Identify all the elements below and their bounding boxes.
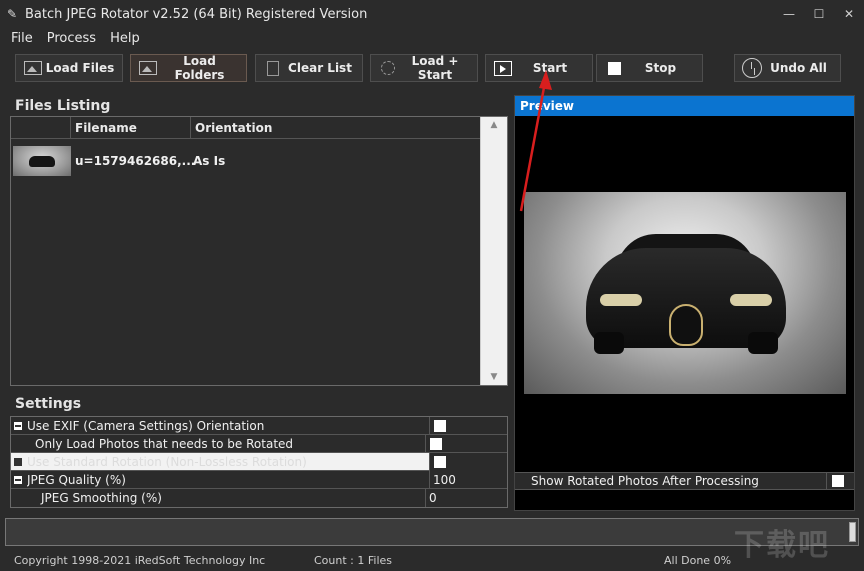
use-exif-checkbox[interactable] [434,419,446,432]
setting-label: Only Load Photos that needs to be Rotate… [35,436,294,451]
show-rotated-row[interactable]: Show Rotated Photos After Processing [515,472,854,490]
stop-button[interactable]: Stop [596,54,703,82]
files-list[interactable]: Filename Orientation u=1579462686,... As… [10,116,508,386]
scroll-up-icon[interactable]: ▲ [481,117,507,133]
title-bar: ✎ Batch JPEG Rotator v2.52 (64 Bit) Regi… [0,0,864,28]
setting-label: JPEG Quality (%) [27,472,126,487]
show-rotated-label: Show Rotated Photos After Processing [515,472,827,490]
collapse-icon[interactable] [14,421,22,430]
scroll-down-icon[interactable]: ▼ [481,369,507,385]
gear-icon [377,59,399,77]
preview-panel: Preview Show Rotated Photos After Proces… [514,95,855,511]
list-item[interactable]: u=1579462686,... As Is [11,143,481,179]
load-start-label: Load + Start [411,54,459,82]
start-button[interactable]: Start [485,54,593,82]
stop-icon [603,59,625,77]
window-title: Batch JPEG Rotator v2.52 (64 Bit) Regist… [25,6,368,22]
play-icon [492,59,514,77]
orientation-column-header[interactable]: Orientation [191,117,481,139]
file-orientation: As Is [193,154,226,168]
app-logo-icon: ✎ [6,7,18,21]
preview-image [524,192,846,394]
file-name: u=1579462686,... [75,154,196,168]
collapse-icon[interactable] [14,457,22,466]
setting-label: JPEG Smoothing (%) [41,491,162,505]
menu-bar: File Process Help [0,28,864,48]
maximize-icon[interactable]: ☐ [804,0,834,28]
toolbar: Load Files Load Folders Clear List Load … [0,48,864,90]
standard-rotation-checkbox[interactable] [434,455,446,468]
setting-value[interactable] [425,434,507,453]
menu-file[interactable]: File [4,31,40,46]
load-folders-button[interactable]: Load Folders [130,54,247,82]
show-rotated-checkbox[interactable] [832,475,844,487]
preview-title: Preview [515,96,854,116]
files-list-header: Filename Orientation [11,117,481,139]
jpeg-quality-field[interactable]: 100 [429,470,507,489]
resize-grip-icon[interactable] [849,522,856,542]
file-thumbnail [13,146,71,176]
setting-row-jpeg-smoothing[interactable]: JPEG Smoothing (%) 0 [11,489,507,507]
folder-image-icon [137,59,159,77]
setting-row-standard-rotation[interactable]: Use Standard Rotation (Non-Lossless Rota… [11,452,507,471]
setting-value[interactable] [429,416,507,435]
file-count: Count : 1 Files [314,553,392,567]
load-start-button[interactable]: Load + Start [370,54,478,82]
load-files-button[interactable]: Load Files [15,54,123,82]
setting-label: Use EXIF (Camera Settings) Orientation [27,418,265,433]
undo-all-label: Undo All [770,61,827,75]
start-label: Start [532,61,568,75]
settings-title: Settings [15,396,82,412]
setting-row-use-exif[interactable]: Use EXIF (Camera Settings) Orientation [11,416,507,435]
settings-grid: Use EXIF (Camera Settings) Orientation O… [10,416,508,508]
thumbnail-column-header[interactable] [11,117,71,139]
collapse-icon[interactable] [14,475,22,484]
load-files-label: Load Files [45,61,115,75]
minimize-icon[interactable]: — [774,0,804,28]
stop-label: Stop [644,61,677,75]
clear-list-button[interactable]: Clear List [255,54,363,82]
only-load-rotated-checkbox[interactable] [430,437,442,450]
copyright-text: Copyright 1998-2021 iRedSoft Technology … [14,553,266,567]
setting-value[interactable] [429,452,507,471]
setting-row-only-load-rotated[interactable]: Only Load Photos that needs to be Rotate… [11,434,507,453]
watermark-logo: 下载吧 [734,528,830,563]
clear-list-label: Clear List [288,61,352,75]
window-controls: — ☐ ✕ [774,0,864,28]
image-icon [22,59,44,77]
files-listing-title: Files Listing [15,98,111,114]
setting-row-jpeg-quality[interactable]: JPEG Quality (%) 100 [11,470,507,489]
setting-label: Use Standard Rotation (Non-Lossless Rota… [27,454,307,469]
menu-process[interactable]: Process [40,31,103,46]
jpeg-smoothing-field[interactable]: 0 [425,489,507,507]
undo-clock-icon [741,58,763,78]
progress-bar [5,518,859,546]
document-icon [262,59,284,77]
progress-percent: 0% [713,553,732,567]
load-folders-label: Load Folders [174,54,225,82]
close-icon[interactable]: ✕ [834,0,864,28]
undo-all-button[interactable]: Undo All [734,54,841,82]
filename-column-header[interactable]: Filename [71,117,191,139]
status-text: All Done 0% [664,553,732,567]
menu-help[interactable]: Help [103,31,147,46]
files-scrollbar[interactable]: ▲ ▼ [480,117,507,385]
